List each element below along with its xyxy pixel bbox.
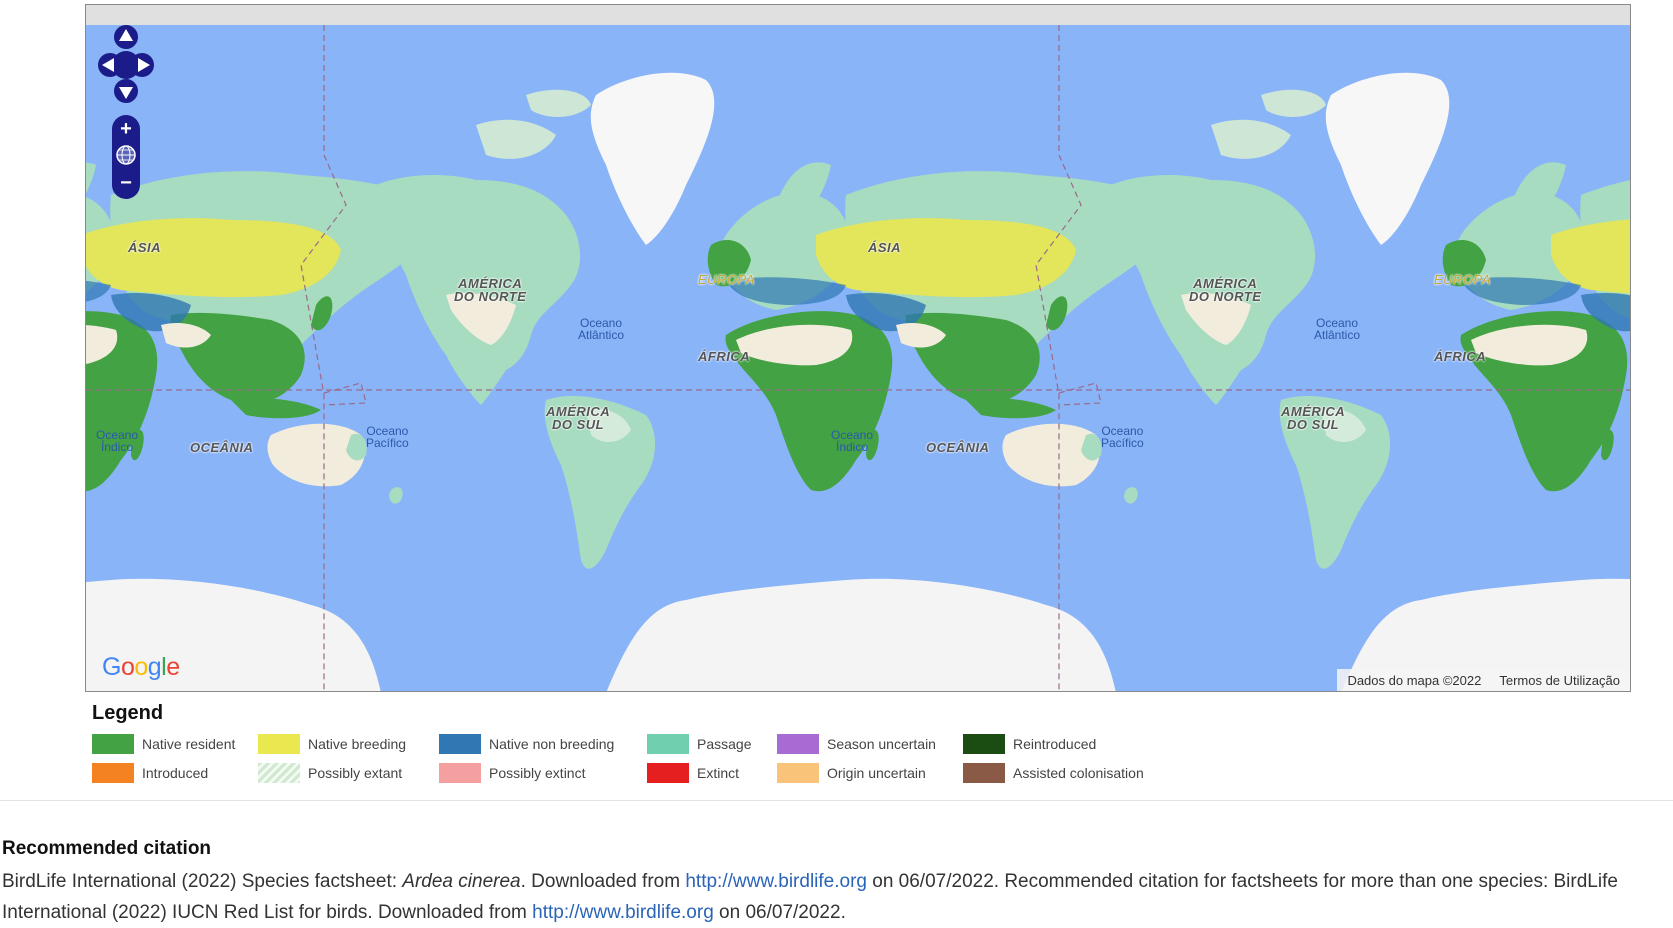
label-north-america: AMÉRICA DO NORTE	[454, 276, 527, 304]
globe-icon[interactable]	[115, 144, 137, 166]
legend-swatch	[963, 734, 1005, 754]
legend-item-possibly-extant: Possibly extant	[258, 762, 402, 784]
label-africa: ÁFRICA	[1434, 349, 1487, 364]
legend-label: Native breeding	[308, 736, 407, 752]
legend-label: Origin uncertain	[827, 765, 926, 781]
label-atlantic-ocean: Oceano Atlântico	[1314, 316, 1361, 342]
label-pacific-ocean: Oceano Pacífico	[1101, 424, 1144, 450]
label-atlantic-ocean: Oceano Atlântico	[578, 316, 625, 342]
legend-swatch	[777, 763, 819, 783]
label-oceania: OCEÂNIA	[926, 440, 990, 455]
legend-swatch	[963, 763, 1005, 783]
legend-item-native-non-breeding: Native non breeding	[439, 733, 614, 755]
pan-right-icon[interactable]	[130, 53, 154, 77]
terms-link[interactable]: Termos de Utilização	[1499, 673, 1620, 688]
divider	[0, 800, 1673, 801]
legend-label: Assisted colonisation	[1013, 765, 1144, 781]
legend-item-passage: Passage	[647, 733, 751, 755]
label-indian-ocean: Oceano Índico	[831, 428, 874, 454]
legend-swatch	[439, 763, 481, 783]
range-map[interactable]: ÁSIA AMÉRICA DO NORTE EUROPA ÁFRICA AMÉR…	[85, 4, 1631, 692]
legend-label: Native non breeding	[489, 736, 615, 752]
birdlife-link[interactable]: http://www.birdlife.org	[532, 902, 714, 923]
legend-label: Possibly extant	[308, 765, 403, 781]
label-pacific-ocean: Oceano Pacífico	[366, 424, 409, 450]
legend-label: Native resident	[142, 736, 236, 752]
legend-swatch	[647, 763, 689, 783]
legend-swatch	[777, 734, 819, 754]
pan-up-icon[interactable]	[114, 25, 138, 49]
label-asia: ÁSIA	[868, 240, 902, 255]
citation-part: . Downloaded from	[520, 871, 686, 892]
zoom-control: + −	[112, 115, 140, 199]
legend-label: Season uncertain	[827, 736, 936, 752]
label-europe: EUROPA	[698, 272, 755, 287]
zoom-out-button[interactable]: −	[116, 173, 136, 193]
legend-item-native-resident: Native resident	[92, 733, 235, 755]
legend-swatch	[258, 734, 300, 754]
legend-swatch	[439, 734, 481, 754]
legend-item-assisted-colonisation: Assisted colonisation	[963, 762, 1144, 784]
legend-swatch	[92, 763, 134, 783]
legend-item-origin-uncertain: Origin uncertain	[777, 762, 926, 784]
legend-swatch	[92, 734, 134, 754]
label-north-america: AMÉRICA DO NORTE	[1189, 276, 1262, 304]
label-indian-ocean: Oceano Índico	[96, 428, 139, 454]
legend-item-possibly-extinct: Possibly extinct	[439, 762, 585, 784]
label-europe: EUROPA	[1434, 272, 1491, 287]
pan-left-icon[interactable]	[98, 53, 122, 77]
label-asia: ÁSIA	[128, 240, 162, 255]
legend-swatch	[258, 763, 300, 783]
legend-title: Legend	[92, 702, 164, 724]
world-map-canvas	[86, 5, 1630, 691]
citation-part: BirdLife International (2022) Species fa…	[2, 871, 403, 892]
map-top-bar	[86, 5, 1630, 25]
legend-label: Extinct	[697, 765, 740, 781]
label-south-america: AMÉRICA DO SUL	[1281, 404, 1346, 432]
legend-item-native-breeding: Native breeding	[258, 733, 406, 755]
legend-label: Passage	[697, 736, 752, 752]
legend-label: Reintroduced	[1013, 736, 1097, 752]
citation-text: BirdLife International (2022) Species fa…	[2, 866, 1672, 928]
legend-label: Introduced	[142, 765, 209, 781]
pan-down-icon[interactable]	[114, 79, 138, 103]
species-name: Ardea cinerea	[402, 871, 521, 892]
citation-part: on 06/07/2022.	[713, 902, 846, 923]
birdlife-link[interactable]: http://www.birdlife.org	[685, 871, 867, 892]
legend-item-reintroduced: Reintroduced	[963, 733, 1096, 755]
pan-control[interactable]	[98, 23, 154, 103]
legend-item-season-uncertain: Season uncertain	[777, 733, 936, 755]
legend-swatch	[647, 734, 689, 754]
label-oceania: OCEÂNIA	[190, 440, 254, 455]
label-south-america: AMÉRICA DO SUL	[546, 404, 611, 432]
legend-label: Possibly extinct	[489, 765, 586, 781]
map-data-text[interactable]: Dados do mapa ©2022	[1347, 673, 1481, 688]
label-africa: ÁFRICA	[698, 349, 751, 364]
google-logo[interactable]: Google	[102, 653, 180, 682]
zoom-in-button[interactable]: +	[116, 119, 136, 139]
map-attribution-bar: Dados do mapa ©2022 Termos de Utilização	[1337, 669, 1630, 691]
legend-item-introduced: Introduced	[92, 762, 208, 784]
legend-item-extinct: Extinct	[647, 762, 739, 784]
citation-heading: Recommended citation	[2, 838, 212, 859]
